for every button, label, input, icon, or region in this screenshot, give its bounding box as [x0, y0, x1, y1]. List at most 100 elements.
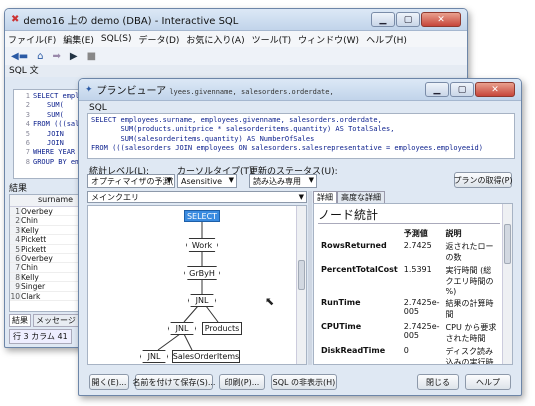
node-stats-title: ノード統計: [318, 206, 500, 224]
row-number: 7: [10, 263, 21, 272]
results-column-header[interactable]: surname: [10, 195, 78, 207]
run-icon[interactable]: ▶: [70, 51, 78, 62]
menu-item[interactable]: ヘルプ(H): [366, 33, 407, 46]
menu-item[interactable]: 編集(E): [63, 33, 94, 46]
surname-cell: Overbey: [21, 207, 53, 216]
query-select[interactable]: メインクエリ ▼: [87, 191, 307, 203]
plan-node-work[interactable]: Work: [186, 238, 218, 252]
stats-scrollbar[interactable]: [502, 204, 512, 364]
sql-line-text: FROM (((sal: [33, 120, 79, 129]
sql-line: 2 SUM(: [14, 101, 78, 110]
close-window-button[interactable]: ✕: [421, 12, 461, 27]
plan-minimize-button[interactable]: ▁: [425, 82, 449, 97]
plan-node-salesorderitems[interactable]: SalesOrderItems: [172, 350, 240, 363]
results-grid[interactable]: surname 1 Overbey 2 Chin 3 Kelly 4 Pickett 5 Pick…: [9, 194, 79, 312]
detail-tab[interactable]: 高度な詳細: [337, 191, 385, 203]
hide-sql-button[interactable]: SQL の非表示(H): [271, 374, 337, 390]
results-rows: 1 Overbey 2 Chin 3 Kelly 4 Pickett 5 Pickett 6 Over…: [10, 207, 78, 301]
results-tab[interactable]: メッセージ: [33, 314, 79, 327]
plan-sql-text[interactable]: SELECT employees.surname, employees.give…: [87, 113, 515, 159]
node-stats-pane[interactable]: ノード統計 予測値 説明 RowsReturned 2.7425 返されたローの数 P…: [313, 203, 513, 365]
update-status-select[interactable]: 読み込み専用 ▼: [249, 174, 317, 188]
back-icon[interactable]: ◀▬: [11, 51, 28, 62]
plan-window-title: プランビューア: [96, 86, 167, 97]
stat-level-value: オプティマイザの予測(D…: [91, 176, 174, 186]
plan-app-icon: ✦: [85, 84, 93, 95]
surname-cell: Chin: [21, 263, 38, 273]
print-button[interactable]: 印刷(P)...: [219, 374, 265, 390]
plan-window-title-wrap: プランビューア lyees.givenname, salesorders.ord…: [97, 82, 425, 97]
plan-node-grbyh[interactable]: GrByH: [184, 266, 220, 280]
cursor-type-value: Asensitive: [181, 176, 223, 186]
sql-line-text: SELECT employ: [33, 92, 78, 100]
line-number: 7: [25, 148, 30, 157]
plan-node-jnl-2[interactable]: JNL: [168, 322, 196, 335]
main-sql-editor[interactable]: 1SELECT employ2SUM(3SUM(4FROM (((sal5JOI…: [13, 89, 79, 179]
row-number: 2: [10, 216, 21, 225]
menu-item[interactable]: SQL(S): [101, 34, 132, 44]
chevron-down-icon: ▼: [166, 176, 172, 184]
plan-title-bar[interactable]: ✦ プランビューア lyees.givenname, salesorders.o…: [79, 79, 521, 101]
scroll-thumb[interactable]: [504, 224, 511, 264]
sql-line-text: JOIN: [47, 129, 64, 138]
plan-close-window-button[interactable]: ✕: [475, 82, 515, 97]
plan-viewer-window: ✦ プランビューア lyees.givenname, salesorders.o…: [78, 78, 522, 396]
chevron-down-icon: ▼: [298, 193, 304, 201]
plan-node-jnl-3[interactable]: JNL: [140, 350, 168, 363]
table-row[interactable]: 7 Chin: [10, 263, 78, 273]
table-row[interactable]: 2 Chin: [10, 216, 78, 226]
table-row[interactable]: 6 Overbey: [10, 253, 78, 264]
detail-tab[interactable]: 詳細: [313, 191, 337, 203]
cursor-type-select[interactable]: Asensitive ▼: [177, 174, 237, 188]
stat-level-select[interactable]: オプティマイザの予測(D…▼: [87, 174, 175, 188]
table-row[interactable]: 9 Singer: [10, 282, 78, 292]
stat-desc: 結果の計算時間: [445, 299, 494, 319]
menu-item[interactable]: ウィンドウ(W): [298, 33, 359, 46]
pane-splitter[interactable]: [308, 191, 312, 365]
stop-icon[interactable]: ■: [87, 51, 96, 62]
plan-graph-scrollbar[interactable]: [296, 206, 306, 364]
toolbar: ◀▬ ⌂ ➡ ▶ ■: [5, 47, 467, 65]
table-row[interactable]: 8 Kelly: [10, 272, 78, 283]
plan-sql-label: SQL: [89, 103, 107, 113]
table-row[interactable]: 4 Pickett: [10, 235, 78, 245]
line-number: 2: [25, 101, 30, 110]
close-button[interactable]: 閉じる: [417, 374, 459, 390]
open-button[interactable]: 開く(E)...: [89, 374, 129, 390]
get-plan-button[interactable]: プランの取得(P): [453, 172, 513, 188]
save-as-button[interactable]: 名前を付けて保存(S)...: [133, 374, 215, 390]
mouse-cursor-icon: ⬉: [265, 295, 275, 308]
forward-icon[interactable]: ➡: [53, 51, 61, 62]
scroll-thumb[interactable]: [298, 260, 305, 290]
update-status-value: 読み込み専用: [253, 176, 301, 186]
table-row[interactable]: 3 Kelly: [10, 225, 78, 236]
plan-maximize-button[interactable]: ▢: [450, 82, 474, 97]
menu-item[interactable]: ファイル(F): [8, 33, 56, 46]
plan-graph-pane[interactable]: SELECT Work GrByH JNL JNL Products JNL S…: [87, 205, 307, 365]
help-button[interactable]: ヘルプ: [465, 374, 511, 390]
stat-desc: 実行時間 (総クエリ時間の %): [445, 266, 494, 296]
stat-desc: ディスク読み込みの実行時間: [445, 347, 494, 365]
chevron-down-icon: ▼: [308, 176, 314, 184]
table-row[interactable]: 5 Pickett: [10, 244, 78, 254]
menu-item[interactable]: お気に入り(A): [186, 33, 244, 46]
stat-value: 0: [403, 346, 409, 355]
menu-item[interactable]: データ(D): [138, 33, 179, 46]
maximize-button[interactable]: ▢: [396, 12, 420, 27]
sql-line: 4 FROM (((sal: [14, 120, 78, 129]
forward-home-icon[interactable]: ⌂: [37, 51, 43, 62]
table-row[interactable]: 10 Clark: [10, 291, 78, 301]
results-tab[interactable]: 結果: [9, 314, 31, 327]
menu-item[interactable]: ツール(T): [252, 33, 292, 46]
plan-node-products[interactable]: Products: [202, 322, 242, 335]
line-number: 4: [25, 120, 30, 129]
table-row[interactable]: 1 Overbey: [10, 207, 78, 217]
surname-cell: Chin: [21, 216, 38, 226]
chevron-down-icon: ▼: [228, 176, 234, 184]
main-title-bar[interactable]: ✖ demo16 上の demo (DBA) - Interactive SQL…: [5, 9, 467, 31]
results-tabs: 結果 メッセージ: [9, 314, 79, 327]
minimize-button[interactable]: ▁: [371, 12, 395, 27]
stat-name: CPUTime: [321, 322, 362, 331]
plan-node-jnl[interactable]: JNL: [188, 294, 216, 307]
plan-node-select[interactable]: SELECT: [184, 210, 220, 222]
